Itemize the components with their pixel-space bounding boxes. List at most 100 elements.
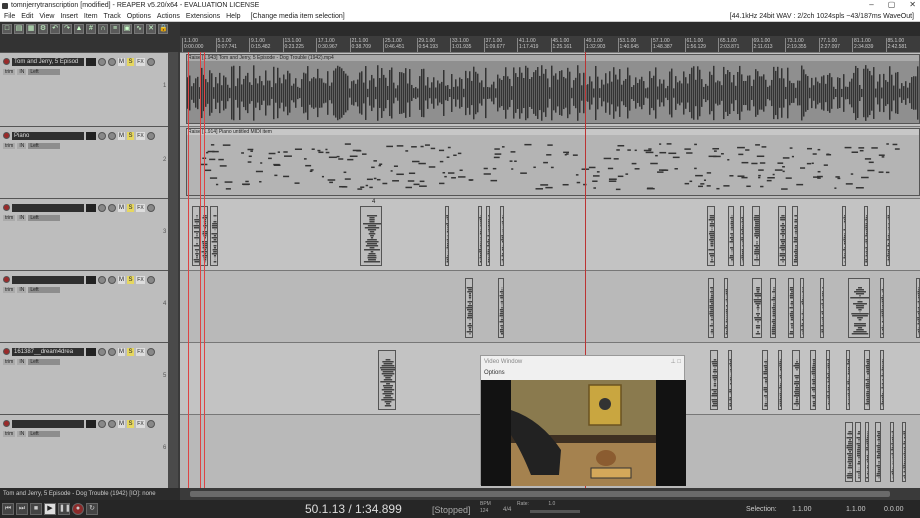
phase-icon[interactable]	[147, 347, 155, 356]
audio-item[interactable]	[740, 206, 744, 266]
pan-field[interactable]: Left	[28, 69, 61, 75]
audio-item[interactable]	[845, 422, 853, 482]
audio-item[interactable]	[192, 206, 200, 266]
grid-icon[interactable]: #	[86, 24, 96, 34]
audio-item[interactable]	[902, 422, 906, 482]
audio-item[interactable]	[788, 278, 794, 338]
fx-button[interactable]: FX	[136, 203, 145, 212]
audio-item[interactable]	[864, 350, 870, 410]
ripple-icon[interactable]: ≡	[110, 24, 120, 34]
audio-item[interactable]	[875, 422, 881, 482]
pan-knob[interactable]	[108, 347, 116, 356]
audio-item[interactable]	[826, 350, 830, 410]
project-settings-icon[interactable]: ⚙	[38, 24, 48, 34]
audio-item[interactable]	[865, 422, 869, 482]
audio-item[interactable]	[498, 278, 504, 338]
fx-button[interactable]: FX	[136, 347, 145, 356]
pan-knob[interactable]	[108, 203, 116, 212]
trim-mode[interactable]: trim	[3, 287, 16, 293]
pin-icon[interactable]: ⊥ □	[670, 356, 681, 368]
input-select[interactable]: IN	[17, 215, 27, 221]
item-grouping-icon[interactable]: ▣	[122, 24, 132, 34]
audio-item[interactable]	[728, 350, 732, 410]
audio-item[interactable]	[486, 206, 490, 266]
tcp-vertical-scrollbar[interactable]	[168, 52, 178, 488]
solo-button[interactable]: S	[127, 275, 134, 284]
input-select[interactable]: IN	[17, 359, 27, 365]
phase-icon[interactable]	[147, 419, 155, 428]
fx-button[interactable]: FX	[136, 419, 145, 428]
menu-options[interactable]: Options	[127, 13, 151, 20]
menu-file[interactable]: File	[4, 13, 15, 20]
repeat-icon[interactable]: ↻	[86, 503, 98, 515]
track-name-field[interactable]	[12, 275, 84, 284]
play-icon[interactable]: ▶	[44, 503, 56, 515]
phase-icon[interactable]	[147, 57, 155, 66]
maximize-button[interactable]: ▢	[888, 0, 896, 9]
audio-item[interactable]	[855, 422, 861, 482]
time-signature[interactable]: 4/4	[503, 507, 511, 513]
input-select[interactable]: IN	[17, 143, 27, 149]
undo-icon[interactable]: ↶	[50, 24, 60, 34]
volume-knob[interactable]	[98, 275, 106, 284]
track-lane-4[interactable]	[180, 270, 920, 342]
envelope-icon[interactable]: ∿	[134, 24, 144, 34]
menu-view[interactable]: View	[39, 13, 54, 20]
pan-knob[interactable]	[108, 57, 116, 66]
audio-item[interactable]	[724, 278, 728, 338]
mute-button[interactable]: M	[118, 203, 125, 212]
track-header-3[interactable]: M S FX trim IN Left 3	[0, 198, 168, 270]
record-arm-icon[interactable]	[3, 276, 10, 283]
pan-field[interactable]: Left	[28, 431, 61, 437]
lock-icon[interactable]: 🔒	[158, 24, 168, 34]
pan-field[interactable]: Left	[28, 143, 61, 149]
pan-knob[interactable]	[108, 419, 116, 428]
timeline-ruler[interactable]: 1.1.00 0:00.000 5.1.00 0:07.741 9.1.00 0:15.4…	[180, 36, 920, 52]
menu-extensions[interactable]: Extensions	[186, 13, 220, 20]
audio-item[interactable]	[810, 350, 816, 410]
audio-item[interactable]	[916, 278, 920, 338]
record-arm-icon[interactable]	[3, 204, 10, 211]
close-button[interactable]: ✕	[909, 0, 916, 9]
menu-actions[interactable]: Actions	[157, 13, 180, 20]
rate-slider[interactable]	[530, 510, 580, 513]
track-name-field[interactable]	[12, 203, 84, 212]
horizontal-scroll-thumb[interactable]	[190, 491, 890, 497]
mute-button[interactable]: M	[118, 131, 125, 140]
pan-knob[interactable]	[108, 275, 116, 284]
volume-knob[interactable]	[98, 203, 106, 212]
audio-item[interactable]	[708, 278, 714, 338]
track-header-5[interactable]: 161387__dream4drea M S FX trim IN Left 5	[0, 342, 168, 414]
save-project-icon[interactable]: ▦	[26, 24, 36, 34]
audio-item[interactable]	[778, 206, 786, 266]
audio-item[interactable]	[762, 350, 768, 410]
audio-item[interactable]	[842, 206, 846, 266]
audio-item[interactable]	[880, 278, 884, 338]
transport-time[interactable]: 50.1.13 / 1:34.899	[305, 502, 402, 516]
pan-field[interactable]: Left	[28, 359, 61, 365]
track-name-field[interactable]	[12, 419, 84, 428]
audio-item[interactable]	[752, 206, 760, 266]
horizontal-scrollbar[interactable]	[180, 488, 920, 500]
media-item-video[interactable]: Raise [1.943] Tom and Jerry, 5 Episode -…	[186, 54, 920, 124]
audio-item[interactable]	[792, 206, 798, 266]
audio-item[interactable]	[500, 206, 504, 266]
menu-track[interactable]: Track	[104, 13, 121, 20]
metronome-icon[interactable]: ▲	[74, 24, 84, 34]
redo-icon[interactable]: ↷	[62, 24, 72, 34]
mute-button[interactable]: M	[118, 275, 125, 284]
input-select[interactable]: IN	[17, 287, 27, 293]
pan-field[interactable]: Left	[28, 287, 61, 293]
audio-item[interactable]	[210, 206, 218, 266]
record-arm-icon[interactable]	[3, 420, 10, 427]
audio-item[interactable]	[378, 350, 396, 410]
track-name-field[interactable]: Tom and Jerry, 5 Episod	[12, 57, 84, 66]
menu-edit[interactable]: Edit	[21, 13, 33, 20]
midi-item-piano[interactable]: Raise [1.914] Piano untitled MIDI item	[186, 128, 920, 196]
audio-item[interactable]	[478, 206, 482, 266]
solo-button[interactable]: S	[127, 419, 134, 428]
track-name-field[interactable]: Piano	[12, 131, 84, 140]
menu-item[interactable]: Item	[84, 13, 98, 20]
audio-item[interactable]	[864, 206, 868, 266]
track-header-6[interactable]: M S FX trim IN Left 6	[0, 414, 168, 488]
